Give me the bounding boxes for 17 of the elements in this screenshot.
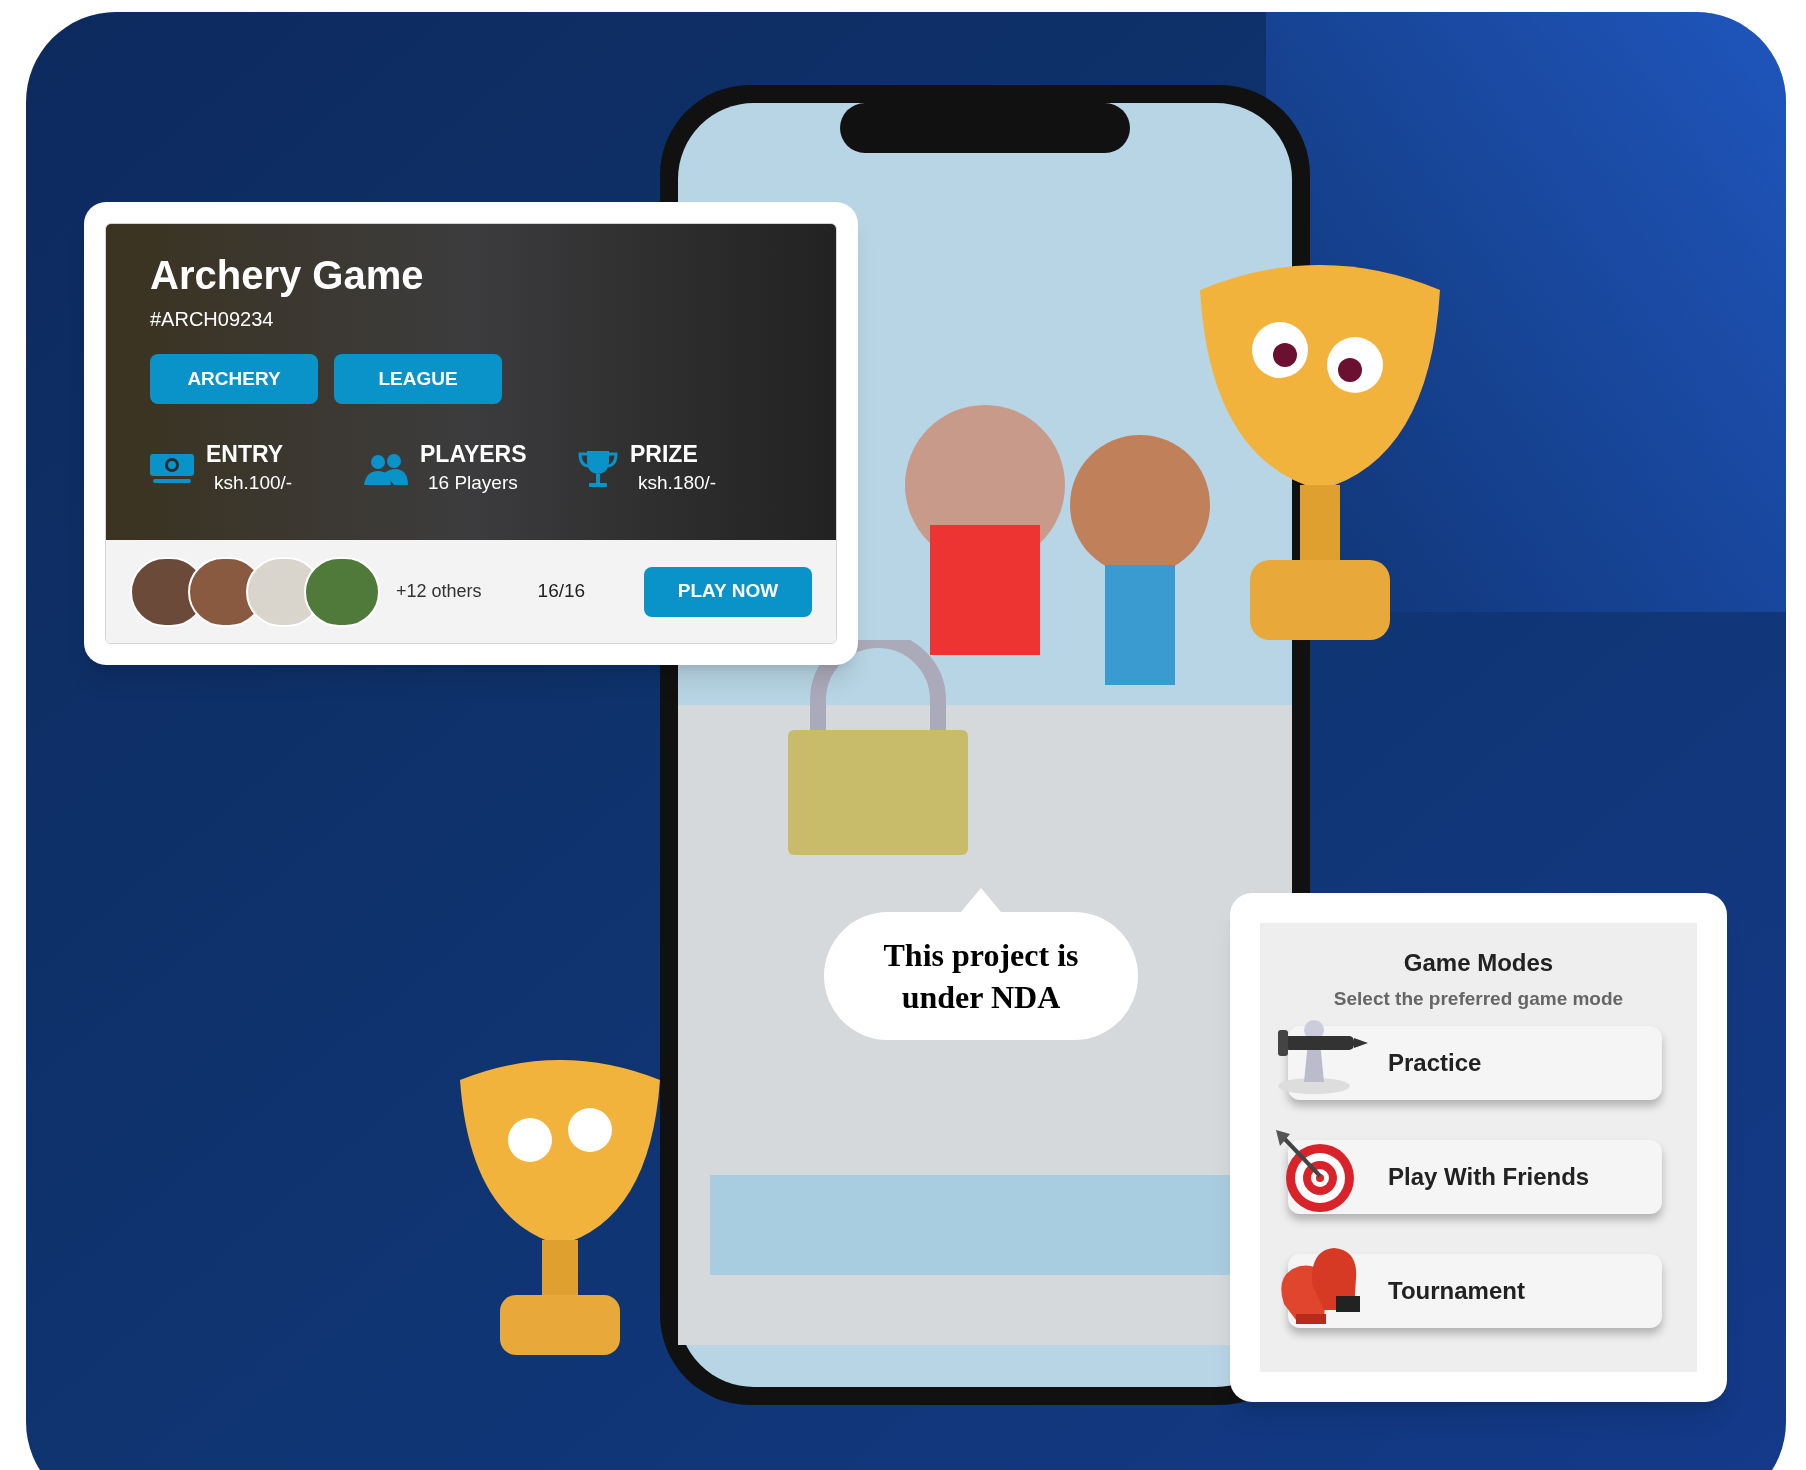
game-mode-option[interactable]: Practice <box>1288 1025 1662 1100</box>
stat-label: PRIZE <box>630 440 699 469</box>
game-code: #ARCH09234 <box>150 307 274 332</box>
money-icon <box>150 451 194 486</box>
people-icon <box>364 452 408 485</box>
panel-subtitle: Select the preferred game mode <box>1333 987 1624 1011</box>
game-title: Archery Game <box>150 252 424 299</box>
stat-value: ksh.180/- <box>637 470 717 495</box>
trophy-icon <box>578 448 618 489</box>
panel-title: Game Modes <box>1403 948 1554 978</box>
nda-notice: This project is under NDA <box>882 936 1080 1017</box>
slots-count: 16/16 <box>537 579 586 604</box>
stat-label: ENTRY <box>206 440 285 469</box>
stat-value: 16 Players <box>427 470 519 495</box>
stat-label: PLAYERS <box>420 440 527 469</box>
others-count: +12 others <box>396 580 482 603</box>
stat-value: ksh.100/- <box>213 470 293 495</box>
